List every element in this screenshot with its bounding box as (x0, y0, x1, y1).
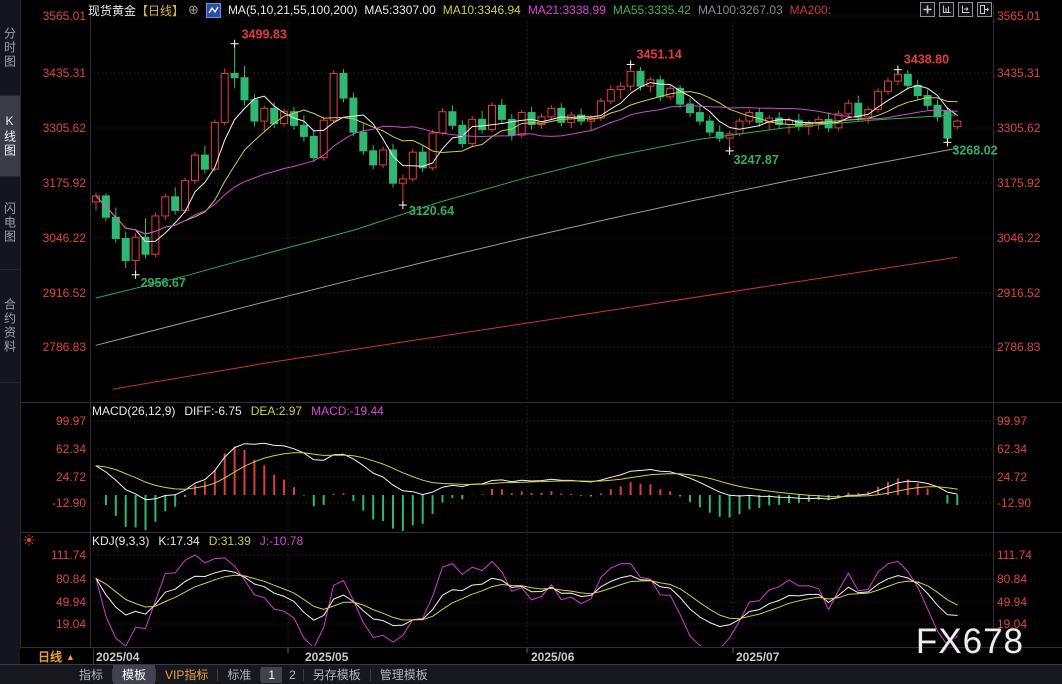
candlestick-chart-icon[interactable] (206, 3, 221, 18)
svg-text:62.34: 62.34 (56, 442, 86, 456)
svg-text:2025/04: 2025/04 (96, 650, 140, 664)
svg-text:2956.67: 2956.67 (141, 276, 186, 290)
tab-vip-indicators[interactable]: VIP指标 (156, 665, 217, 684)
svg-text:2025/07: 2025/07 (736, 650, 780, 664)
svg-text:2916.52: 2916.52 (997, 286, 1041, 300)
alert-icon[interactable] (24, 535, 35, 546)
period-badge[interactable]: 【日线】 (136, 2, 184, 19)
left-sidebar: 分时图 K线图 闪电图 合约资料 (0, 0, 21, 664)
svg-text:3451.14: 3451.14 (637, 47, 682, 61)
svg-text:19.04: 19.04 (56, 617, 86, 631)
sidebar-item-timeshare[interactable]: 分时图 (0, 0, 20, 96)
svg-text:3046.22: 3046.22 (997, 231, 1041, 245)
svg-text:3435.31: 3435.31 (43, 66, 87, 80)
kdj-j-value: J:-10.78 (260, 534, 303, 548)
macd-dea-value: DEA:2.97 (251, 404, 302, 418)
svg-text:-12.90: -12.90 (52, 496, 86, 510)
collapse-panel-icon[interactable] (977, 2, 992, 17)
dropdown-arrow-icon: ▲ (66, 652, 75, 662)
svg-text:2916.52: 2916.52 (43, 286, 87, 300)
svg-text:2025/05: 2025/05 (305, 650, 349, 664)
macd-axis-labels: 99.97 99.97 62.34 62.34 24.72 24.72 -12.90 -12.… (52, 414, 1031, 510)
ma10-value: MA10:3346.94 (443, 3, 521, 17)
svg-text:2025/06: 2025/06 (531, 650, 575, 664)
svg-text:3046.22: 3046.22 (43, 231, 87, 245)
tab-template[interactable]: 模板 (113, 665, 155, 684)
macd-macd-value: MACD:-19.44 (311, 404, 384, 418)
svg-text:99.97: 99.97 (56, 414, 86, 428)
tab-indicators[interactable]: 指标 (70, 665, 112, 684)
svg-text:99.97: 99.97 (997, 414, 1027, 428)
tab-page-1[interactable]: 1 (261, 667, 282, 683)
svg-text:24.72: 24.72 (56, 470, 86, 484)
bottom-toolbar: 指标 模板 VIP指标 标准 1 2 另存模板 管理模板 (0, 664, 1062, 684)
ma21-value: MA21:3338.99 (528, 3, 606, 17)
svg-text:3499.83: 3499.83 (242, 28, 287, 42)
axis-scroll-icon[interactable] (958, 2, 973, 17)
kdj-title[interactable]: KDJ(9,3,3) (92, 534, 149, 548)
sidebar-item-contract-info[interactable]: 合约资料 (0, 270, 20, 383)
svg-text:2786.83: 2786.83 (43, 340, 87, 354)
svg-text:3565.01: 3565.01 (43, 9, 87, 23)
macd-diff-value: DIFF:-6.75 (184, 404, 241, 418)
svg-text:3435.31: 3435.31 (997, 66, 1041, 80)
tab-standard[interactable]: 标准 (218, 665, 260, 684)
ma100-value: MA100:3267.03 (698, 3, 783, 17)
date-axis: 2025/04 2025/05 2025/06 2025/07 (96, 648, 780, 664)
svg-text:62.34: 62.34 (997, 442, 1027, 456)
svg-text:111.74: 111.74 (997, 548, 1032, 562)
axis-range-icon[interactable] (939, 2, 954, 17)
svg-text:2786.83: 2786.83 (997, 340, 1041, 354)
svg-text:80.84: 80.84 (56, 572, 86, 586)
svg-text:3305.62: 3305.62 (43, 121, 87, 135)
svg-text:3247.87: 3247.87 (734, 153, 779, 167)
macd-header: MACD(26,12,9) DIFF:-6.75 DEA:2.97 MACD:-… (92, 404, 384, 418)
sidebar-item-kline[interactable]: K线图 (0, 96, 20, 177)
svg-text:3175.92: 3175.92 (43, 176, 87, 190)
watermark: FX678 (916, 622, 1024, 662)
svg-text:49.94: 49.94 (56, 595, 86, 609)
kdj-d-value: D:31.39 (209, 534, 251, 548)
pan-icon[interactable] (920, 2, 935, 17)
app-window: 3565.013565.013435.313435.313305.623305.… (0, 0, 1062, 684)
kdj-axis-labels: 111.74111.7480.8480.8449.9449.9419.0419.… (51, 548, 1032, 631)
price-annotations: 3499.83 2956.67 3120.64 3451.14 3247.87 3438.… (132, 28, 998, 290)
macd-title[interactable]: MACD(26,12,9) (92, 404, 175, 418)
svg-text:3175.92: 3175.92 (997, 176, 1041, 190)
tab-save-template[interactable]: 另存模板 (304, 665, 370, 684)
kdj-k-value: K:17.34 (158, 534, 199, 548)
svg-text:24.72: 24.72 (997, 470, 1027, 484)
sidebar-item-lightning[interactable]: 闪电图 (0, 177, 20, 270)
ma55-value: MA55:3335.42 (613, 3, 691, 17)
tab-page-2[interactable]: 2 (282, 667, 303, 683)
chart-header: 现货黄金【日线】 ⊕ MA(5,10,21,55,100,200) MA5:33… (88, 0, 1062, 20)
ma-params-label: MA(5,10,21,55,100,200) (228, 3, 357, 17)
chart-canvas[interactable]: 3565.013565.013435.313435.313305.623305.… (0, 0, 1062, 684)
svg-text:49.94: 49.94 (997, 595, 1027, 609)
period-selector[interactable]: 日线 ▲ (20, 649, 94, 664)
svg-text:-12.90: -12.90 (997, 496, 1031, 510)
symbol-name[interactable]: 现货黄金 (88, 2, 136, 19)
svg-text:80.84: 80.84 (997, 572, 1027, 586)
ma5-value: MA5:3307.00 (364, 3, 435, 17)
svg-text:3438.80: 3438.80 (904, 53, 949, 67)
svg-text:3268.02: 3268.02 (952, 143, 997, 157)
ma200-value: MA200: (790, 3, 831, 17)
period-selector-label: 日线 (38, 648, 62, 665)
header-tool-icons (920, 2, 992, 17)
svg-text:3305.62: 3305.62 (997, 121, 1041, 135)
kdj-header: KDJ(9,3,3) K:17.34 D:31.39 J:-10.78 (92, 534, 303, 548)
svg-text:111.74: 111.74 (51, 548, 86, 562)
add-icon[interactable]: ⊕ (188, 2, 199, 18)
svg-text:3120.64: 3120.64 (409, 204, 454, 218)
tab-manage-template[interactable]: 管理模板 (371, 665, 437, 684)
price-axis-labels: 3565.013565.013435.313435.313305.623305.… (43, 9, 1041, 354)
